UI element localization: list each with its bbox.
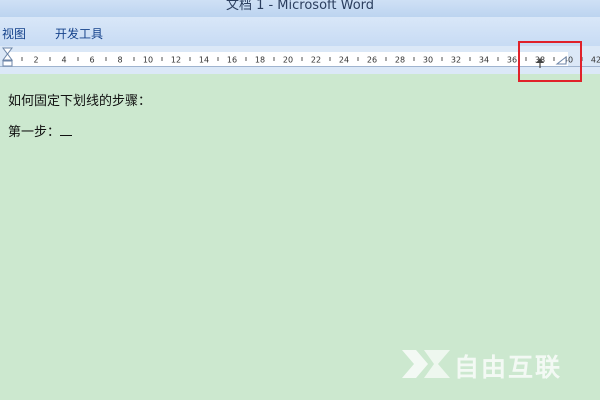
ruler-number: 36 <box>507 56 517 65</box>
ruler-number: 28 <box>395 56 405 65</box>
ruler-number: 10 <box>143 56 153 65</box>
x-logo-icon <box>402 350 450 378</box>
title-bar: 文档 1 - Microsoft Word <box>0 0 600 17</box>
ruler-number: 42 <box>591 56 600 65</box>
ruler-number: 14 <box>199 56 209 65</box>
ruler-number: 32 <box>451 56 461 65</box>
watermark: 自由互联 <box>398 340 588 388</box>
ribbon-tab-bar: 视图 开发工具 <box>0 17 600 47</box>
document-line-2-text: 第一步： <box>8 125 61 140</box>
fixed-underline <box>60 123 73 136</box>
ruler-number: 26 <box>367 56 377 65</box>
ruler-number: 20 <box>283 56 293 65</box>
horizontal-ruler[interactable]: 24681012141618202224262830323436384042 <box>0 46 600 74</box>
ruler-number: 8 <box>117 56 122 65</box>
ruler-number: 34 <box>479 56 489 65</box>
ruler-svg: 24681012141618202224262830323436384042 <box>0 47 600 68</box>
ruler-number: 4 <box>61 56 66 65</box>
ruler-number: 2 <box>33 56 38 65</box>
tab-view[interactable]: 视图 <box>2 25 26 42</box>
ruler-number: 6 <box>89 56 94 65</box>
ruler-number: 18 <box>255 56 265 65</box>
ruler-number: 12 <box>171 56 181 65</box>
document-line-1[interactable]: 如何固定下划线的步骤： <box>8 90 151 109</box>
document-line-2[interactable]: 第一步： <box>8 121 73 140</box>
window-title: 文档 1 - Microsoft Word <box>225 0 375 13</box>
word-window: 文档 1 - Microsoft Word 视图 开发工具 2 4 6 8 10 12 14… <box>0 0 600 400</box>
ruler-number: 22 <box>311 56 321 65</box>
tab-developer[interactable]: 开发工具 <box>55 25 103 42</box>
watermark-text: 自由互联 <box>454 353 563 382</box>
ruler-number: 16 <box>227 56 237 65</box>
ruler-number: 30 <box>423 56 433 65</box>
ruler-number: 24 <box>339 56 349 65</box>
